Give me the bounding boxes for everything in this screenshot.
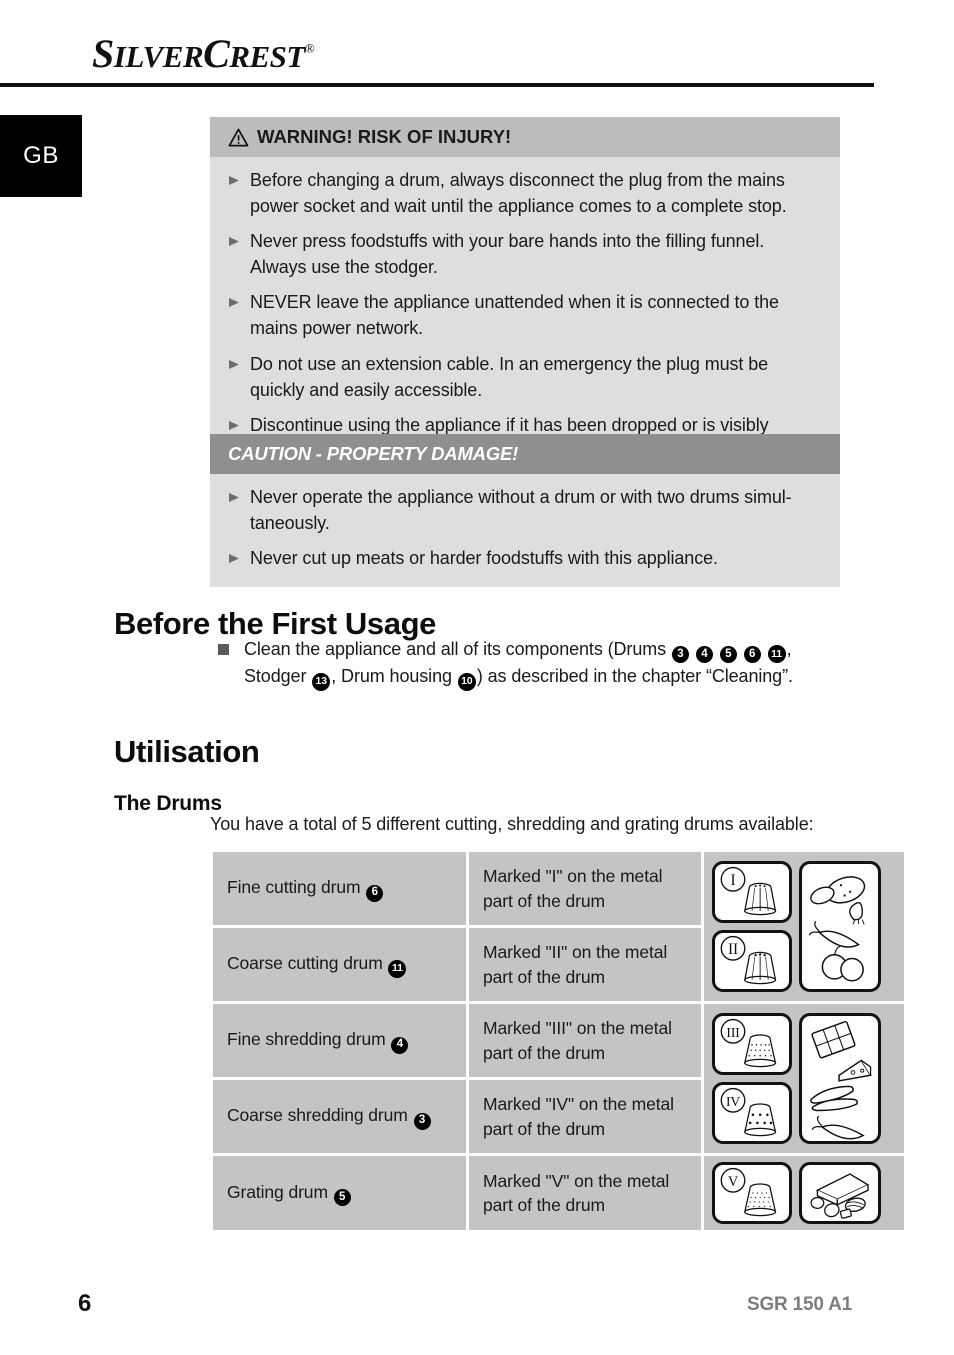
drum-illustration-cell: III IV [704,1004,904,1153]
header-divider [0,83,874,87]
warning-item-text: Do not use an extension cable. In an eme… [250,353,769,400]
warning-item: Before changing a drum, always disconnec… [228,167,822,219]
arrow-bullet-icon [228,545,250,564]
drum-name-label: Grating drum [227,1181,333,1202]
logo-text-rest: REST [229,39,305,74]
drum-marking-cell: Marked "IV" on the metal part of the dru… [469,1080,701,1153]
page-title-utilisation: Utilisation [114,733,260,769]
registered-trademark-icon: ® [304,40,315,56]
warning-triangle-icon [228,128,249,146]
arrow-bullet-icon [228,167,250,186]
drum-illustration-cell: V [704,1156,904,1230]
svg-text:IV: IV [726,1094,740,1109]
warning-box-title: WARNING! RISK OF INJURY! [257,126,512,147]
drum-name-cell: Fine cutting drum 6 [213,852,466,925]
subheading-the-drums: The Drums [114,792,222,816]
fine-cutting-drum-icon: I [712,861,792,923]
warning-item: Do not use an extension cable. In an eme… [228,351,822,403]
drum-name-cell: Fine shredding drum 4 [213,1004,466,1077]
coarse-cutting-drum-icon: II [712,930,792,992]
cheese-nuts-illustration [799,1162,881,1224]
caution-box-body: Never operate the appliance without a dr… [210,474,840,587]
drums-intro-text: You have a total of 5 different cutting,… [210,814,814,834]
clean-text-suffix: ) as described in the chapter “Cleaning”… [476,666,793,687]
warning-item: Never press foodstuffs with your bare ha… [228,228,822,280]
caution-box: CAUTION - PROPERTY DAMAGE! Never operate… [210,434,840,588]
drum-name-label: Fine cutting drum [227,877,366,898]
svg-text:II: II [728,941,738,958]
table-row: Fine shredding drum 4 Marked "III" on th… [213,1004,904,1153]
before-first-usage-bullet: Clean the appliance and all of its compo… [210,636,840,691]
stodger-number-badge: 13 [312,672,331,691]
page-number: 6 [78,1290,92,1317]
caution-item-text: Never cut up meats or harder foodstuffs … [250,548,718,569]
coarse-shredding-drum-icon: IV [712,1082,792,1144]
square-bullet-icon [218,644,229,655]
arrow-bullet-icon [228,484,250,503]
drum-number-badge: 4 [391,1036,409,1054]
drum-name-label: Coarse cutting drum [227,953,388,974]
caution-box-header: CAUTION - PROPERTY DAMAGE! [210,434,840,474]
warning-item-text: NEVER leave the appliance unattended whe… [250,292,779,339]
chocolate-cheese-cucumber-carrot-illustration [799,1013,881,1144]
logo-text-ilver: ILVER [113,39,204,74]
drum-number-badge: 6 [366,884,384,902]
arrow-bullet-icon [228,351,250,370]
warning-item: NEVER leave the appliance unattended whe… [228,289,822,341]
arrow-bullet-icon [228,412,250,431]
drum-marking-cell: Marked "I" on the metal part of the drum [469,852,701,925]
grating-drum-icon: V [712,1162,792,1224]
drum-number-badge: 3 [413,1112,431,1130]
table-row: Grating drum 5 Marked "V" on the metal p… [213,1156,904,1230]
warning-box: WARNING! RISK OF INJURY! Before changing… [210,117,840,480]
component-number-badge: 5 [719,646,737,664]
drum-number-badge: 5 [333,1189,351,1207]
drum-name-cell: Grating drum 5 [213,1156,466,1230]
drums-table: Fine cutting drum 6 Marked "I" on the me… [210,849,907,1233]
clean-text-prefix: Clean the appliance and all of its compo… [244,639,671,659]
language-tab-gb: GB [0,115,82,197]
fine-shredding-drum-icon: III [712,1013,792,1075]
drum-housing-number-badge: 10 [457,672,476,691]
logo-letter-s: S [92,31,114,76]
component-number-badge: 3 [671,646,689,664]
drum-name-label: Fine shredding drum [227,1029,391,1050]
component-number-badge: 4 [695,646,713,664]
drum-marking-cell: Marked "III" on the metal part of the dr… [469,1004,701,1077]
drum-marking-cell: Marked "II" on the metal part of the dru… [469,928,701,1001]
potato-onion-carrot-apple-illustration [799,861,881,992]
table-row: Fine cutting drum 6 Marked "I" on the me… [213,852,904,1001]
component-number-badge: 6 [743,646,761,664]
component-number-badge: 11 [767,645,786,664]
arrow-bullet-icon [228,289,250,308]
drum-number-badge: 11 [388,959,407,978]
before-first-usage-text: Clean the appliance and all of its compo… [244,636,840,691]
drum-name-label: Coarse shredding drum [227,1105,413,1126]
warning-box-body: Before changing a drum, always disconnec… [210,157,840,480]
silvercrest-logo: SILVERCREST® [92,30,315,77]
clean-text-mid-2: , Drum housing [331,666,457,687]
drum-marking-cell: Marked "V" on the metal part of the drum [469,1156,701,1230]
warning-box-header: WARNING! RISK OF INJURY! [210,117,840,157]
svg-text:III: III [726,1025,740,1040]
warning-item-text: Never press foodstuffs with your bare ha… [250,231,765,278]
caution-item: Never cut up meats or harder foodstuffs … [228,545,822,571]
svg-text:I: I [731,872,736,889]
model-name: SGR 150 A1 [747,1294,853,1315]
language-tab-label: GB [23,142,59,169]
warning-item-text: Before changing a drum, always disconnec… [250,170,787,217]
svg-text:V: V [728,1174,739,1190]
logo-letter-c: C [203,31,230,76]
drum-name-cell: Coarse cutting drum 11 [213,928,466,1001]
drum-illustration-cell: I II [704,852,904,1001]
caution-item-text: Never operate the appliance without a dr… [250,487,792,534]
caution-box-title: CAUTION - PROPERTY DAMAGE! [228,443,519,464]
drum-name-cell: Coarse shredding drum 3 [213,1080,466,1153]
caution-item: Never operate the appliance without a dr… [228,484,822,536]
arrow-bullet-icon [228,228,250,247]
